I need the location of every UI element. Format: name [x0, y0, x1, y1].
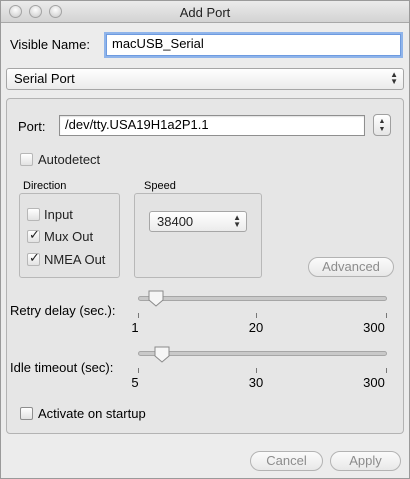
cancel-button[interactable]: Cancel: [250, 451, 323, 471]
speed-value: 38400: [157, 214, 194, 229]
apply-button[interactable]: Apply: [330, 451, 401, 471]
retry-delay-max-label: 300: [363, 320, 385, 335]
input-label: Input: [44, 207, 73, 222]
retry-delay-min-label: 1: [131, 320, 139, 335]
visible-name-label: Visible Name:: [10, 37, 90, 52]
mux-out-label: Mux Out: [44, 229, 94, 244]
idle-timeout-min-label: 5: [131, 375, 139, 390]
retry-delay-tick: [256, 313, 257, 318]
autodetect-label: Autodetect: [38, 152, 101, 167]
activate-on-startup-label: Activate on startup: [38, 406, 146, 421]
popup-arrows-icon: ▲ ▼: [233, 213, 241, 229]
port-type-popup[interactable]: Serial Port ▲ ▼: [6, 68, 404, 90]
stepper-up-icon: ▲: [378, 118, 386, 125]
retry-delay-label: Retry delay (sec.):: [10, 303, 116, 318]
direction-title: Direction: [23, 180, 67, 192]
idle-timeout-track[interactable]: [138, 351, 387, 356]
idle-timeout-max-label: 300: [363, 375, 385, 390]
speed-title: Speed: [144, 180, 176, 192]
port-type-value: Serial Port: [14, 71, 75, 86]
retry-delay-mid-label: 20: [248, 320, 264, 335]
retry-delay-tick: [138, 313, 139, 318]
visible-name-field[interactable]: macUSB_Serial: [106, 34, 401, 56]
port-field[interactable]: /dev/tty.USA19H1a2P1.1: [59, 115, 365, 136]
autodetect-checkbox[interactable]: [20, 153, 33, 166]
idle-timeout-tick: [138, 368, 139, 373]
idle-timeout-label: Idle timeout (sec):: [10, 360, 114, 375]
mux-out-checkbox[interactable]: ✓: [27, 227, 40, 243]
speed-group: [134, 193, 262, 278]
advanced-button[interactable]: Advanced: [308, 257, 394, 277]
idle-timeout-mid-label: 30: [248, 375, 264, 390]
stepper-down-icon: ▼: [378, 126, 386, 133]
checkmark-icon: ✓: [29, 227, 40, 242]
title-bar[interactable]: Add Port: [1, 1, 409, 23]
port-label: Port:: [18, 119, 46, 134]
add-port-window: Add Port Visible Name: macUSB_Serial Ser…: [0, 0, 410, 479]
speed-popup[interactable]: 38400 ▲ ▼: [149, 211, 247, 232]
port-stepper[interactable]: ▲ ▼: [373, 114, 391, 136]
idle-timeout-tick: [256, 368, 257, 373]
retry-delay-knob[interactable]: [147, 289, 165, 307]
nmea-out-label: NMEA Out: [44, 252, 106, 267]
checkmark-icon: ✓: [29, 250, 40, 265]
window-title: Add Port: [179, 5, 231, 20]
popup-arrows-icon: ▲ ▼: [390, 70, 398, 86]
activate-on-startup-checkbox[interactable]: [20, 407, 33, 420]
idle-timeout-tick: [386, 368, 387, 373]
retry-delay-tick: [386, 313, 387, 318]
retry-delay-track[interactable]: [138, 296, 387, 301]
nmea-out-checkbox[interactable]: ✓: [27, 250, 40, 266]
idle-timeout-knob[interactable]: [153, 345, 171, 363]
input-checkbox[interactable]: [27, 208, 40, 221]
